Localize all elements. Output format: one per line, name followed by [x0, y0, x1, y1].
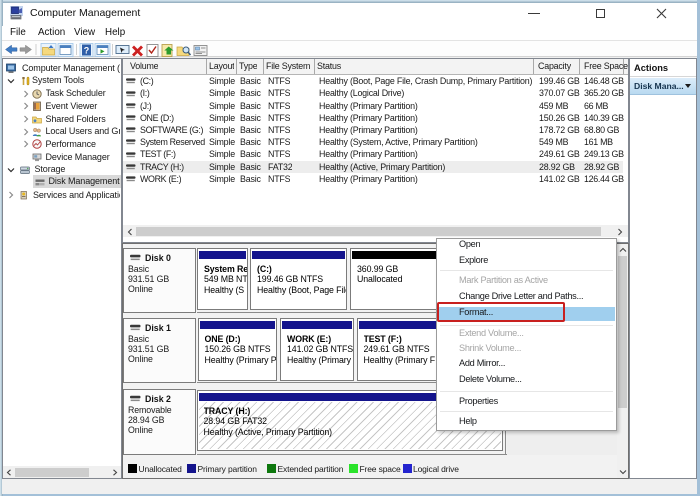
svg-text:?: ?	[84, 46, 90, 56]
